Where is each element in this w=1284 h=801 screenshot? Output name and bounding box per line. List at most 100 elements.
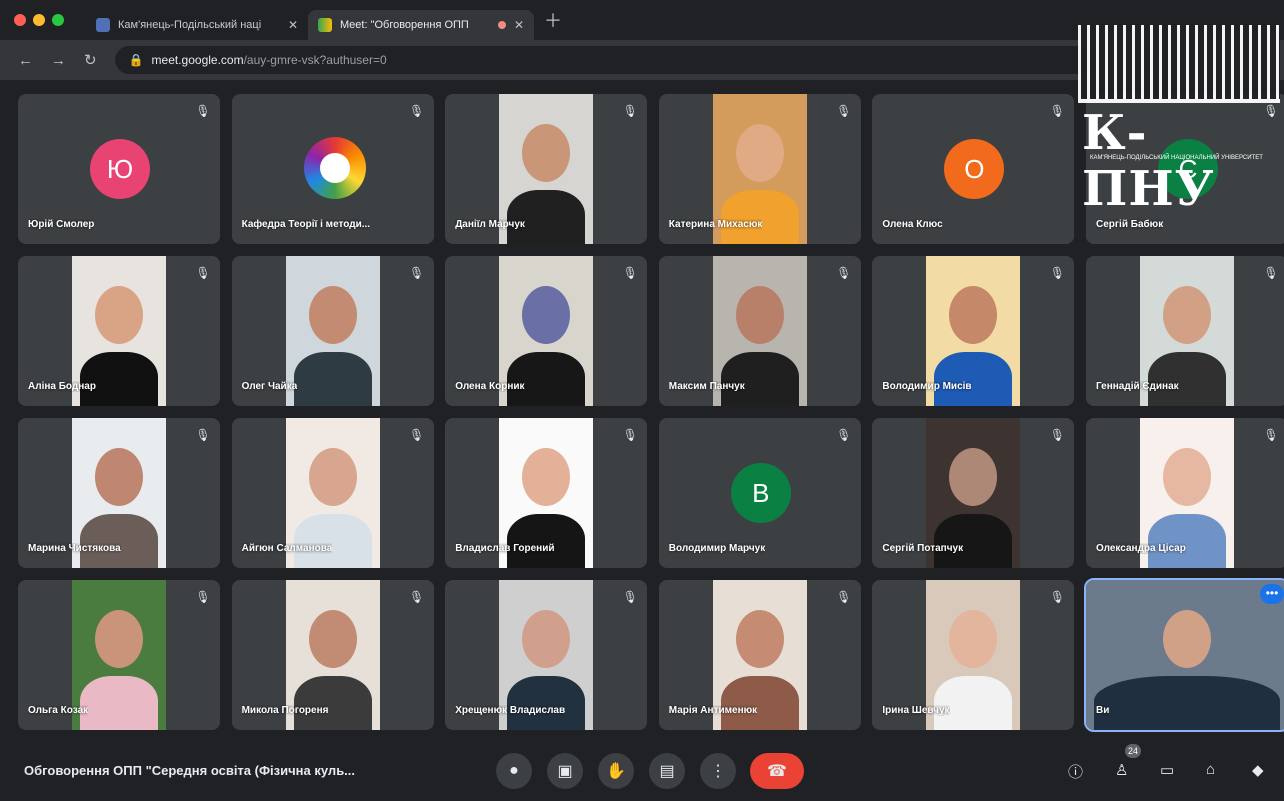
participant-tile[interactable]: Геннадій Єдинак 🎙 [1086, 256, 1284, 406]
participant-name: Геннадій Єдинак [1096, 381, 1179, 392]
participant-tile[interactable]: Марина Чистякова 🎙 [18, 418, 220, 568]
person-body [720, 190, 799, 244]
muted-microphone-icon: 🎙 [195, 590, 211, 604]
participant-name: Аліна Боднар [28, 381, 96, 392]
forward-icon[interactable]: → [51, 52, 66, 69]
camera-button[interactable]: ▣ [547, 753, 583, 789]
person-head [735, 286, 784, 344]
participant-count-badge: 24 [1125, 744, 1141, 758]
participant-name: Олег Чайка [241, 381, 298, 392]
person-head [95, 448, 143, 506]
raise-hand-button[interactable]: ✋ [598, 753, 634, 789]
participant-tile[interactable]: Ірина Шевчук 🎙 [872, 580, 1075, 730]
watermark-text: К-ПНУ [1082, 105, 1215, 217]
tab-title: Кам'янець-Подільський наці [118, 19, 262, 31]
person-body [507, 514, 586, 568]
participant-tile[interactable]: Володимир Мисів 🎙 [872, 256, 1075, 406]
participant-name: Олександра Цісар [1096, 543, 1186, 554]
person-body [1148, 514, 1226, 568]
participant-tile[interactable]: Ольга Козак 🎙 [18, 580, 220, 730]
participant-tile[interactable]: Даніїл Марчук 🎙 [445, 94, 648, 244]
host-controls-icon[interactable]: ◆ [1252, 761, 1264, 779]
muted-microphone-icon: 🎙 [1049, 266, 1065, 280]
people-icon[interactable]: ♙ [1115, 761, 1128, 779]
participant-tile[interactable]: Ю Юрій Смолер 🎙 [18, 94, 220, 244]
new-tab-icon[interactable]: ＋ [544, 7, 562, 33]
muted-microphone-icon: 🎙 [836, 104, 852, 118]
browser-tab-university[interactable]: Кам'янець-Подільський наці ✕ [86, 10, 308, 40]
muted-microphone-icon: 🎙 [1049, 104, 1065, 118]
participant-tile[interactable]: О Олена Клюс 🎙 [872, 94, 1075, 244]
person-body [293, 352, 372, 406]
participant-name: Хрещенюк Владислав [455, 705, 566, 716]
address-bar[interactable]: 🔒 meet.google.com/auy-gmre-vsk?authuser=… [114, 46, 1155, 74]
participant-name: Юрій Смолер [28, 219, 95, 230]
close-tab-icon[interactable]: ✕ [514, 18, 524, 32]
muted-microphone-icon: 🎙 [1263, 428, 1279, 442]
minimize-window-icon[interactable] [33, 14, 45, 26]
participant-name: Микола Погореня [241, 705, 329, 716]
participant-tile[interactable]: Айгюн Салманова 🎙 [231, 418, 434, 568]
person-body [507, 190, 586, 244]
person-head [735, 610, 784, 668]
url-domain: meet.google.com [151, 53, 244, 67]
present-button[interactable]: ▤ [649, 753, 685, 789]
meeting-title: Обговорення ОПП "Середня освіта (Фізична… [24, 763, 356, 778]
person-body [507, 352, 586, 406]
participant-tile[interactable]: В Володимир Марчук 🎙 [658, 418, 861, 568]
window-controls [14, 14, 64, 26]
participant-tile[interactable]: Аліна Боднар 🎙 [18, 256, 220, 406]
person-body [934, 676, 1013, 730]
participant-tile[interactable]: Владислав Горений 🎙 [445, 418, 648, 568]
participant-tile[interactable]: Кафедра Теорії і методи... 🎙 [231, 94, 434, 244]
participant-name: Володимир Марчук [668, 543, 766, 554]
person-body [934, 514, 1013, 568]
person-body [720, 676, 799, 730]
participant-name: Даніїл Марчук [455, 219, 525, 230]
participant-tile[interactable]: Максим Панчук 🎙 [658, 256, 861, 406]
more-options-button[interactable]: ⋮ [700, 753, 736, 789]
browser-tab-meet[interactable]: Meet: "Обговорення ОПП ✕ [308, 10, 534, 40]
participant-name: Максим Панчук [668, 381, 745, 392]
close-tab-icon[interactable]: ✕ [288, 18, 298, 32]
person-head [522, 286, 571, 344]
person-head [308, 286, 357, 344]
participant-tile[interactable]: Хрещенюк Владислав 🎙 [445, 580, 648, 730]
participant-tile[interactable]: Марія Антименюк 🎙 [658, 580, 861, 730]
watermark-subtitle: КАМ'ЯНЕЦЬ-ПОДІЛЬСЬКИЙ НАЦІОНАЛЬНИЙ УНІВЕ… [1090, 155, 1263, 161]
person-head [308, 448, 357, 506]
back-icon[interactable]: ← [18, 52, 33, 69]
participant-tile[interactable]: Олександра Цісар 🎙 [1086, 418, 1284, 568]
participant-tile[interactable]: Ви ••• [1084, 578, 1284, 732]
muted-microphone-icon: 🎙 [836, 266, 852, 280]
participant-avatar: В [730, 463, 791, 523]
end-call-button[interactable]: ☎ [750, 753, 804, 789]
chat-icon[interactable]: ▭ [1160, 761, 1174, 779]
activities-icon[interactable]: ⌂ [1206, 761, 1215, 778]
university-logo-watermark: К-ПНУ КАМ'ЯНЕЦЬ-ПОДІЛЬСЬКИЙ НАЦІОНАЛЬНИЙ… [1078, 25, 1280, 217]
person-head [1163, 610, 1211, 668]
muted-microphone-icon: 🎙 [195, 428, 211, 442]
tile-options-icon[interactable]: ••• [1260, 584, 1284, 604]
muted-microphone-icon: 🎙 [408, 428, 425, 442]
camera-icon: ▣ [557, 763, 573, 780]
participant-tile[interactable]: Катерина Михасюк 🎙 [658, 94, 861, 244]
person-body [80, 676, 158, 730]
close-window-icon[interactable] [14, 14, 26, 26]
muted-microphone-icon: 🎙 [1049, 590, 1065, 604]
hand-icon: ✋ [606, 763, 626, 780]
meeting-info-icon[interactable]: ⓘ [1068, 761, 1083, 782]
participant-tile[interactable]: Сергій Потапчук 🎙 [872, 418, 1075, 568]
participant-tile[interactable]: Олег Чайка 🎙 [231, 256, 434, 406]
university-building-logo [1078, 25, 1280, 103]
muted-microphone-icon: 🎙 [836, 590, 852, 604]
person-body [1094, 676, 1280, 730]
person-head [95, 286, 143, 344]
participant-name: Ірина Шевчук [882, 705, 950, 716]
microphone-button[interactable]: ● [496, 753, 532, 789]
maximize-window-icon[interactable] [52, 14, 64, 26]
person-body [293, 514, 372, 568]
participant-tile[interactable]: Олена Корник 🎙 [445, 256, 648, 406]
reload-icon[interactable]: ↻ [84, 51, 97, 69]
participant-tile[interactable]: Микола Погореня 🎙 [231, 580, 434, 730]
